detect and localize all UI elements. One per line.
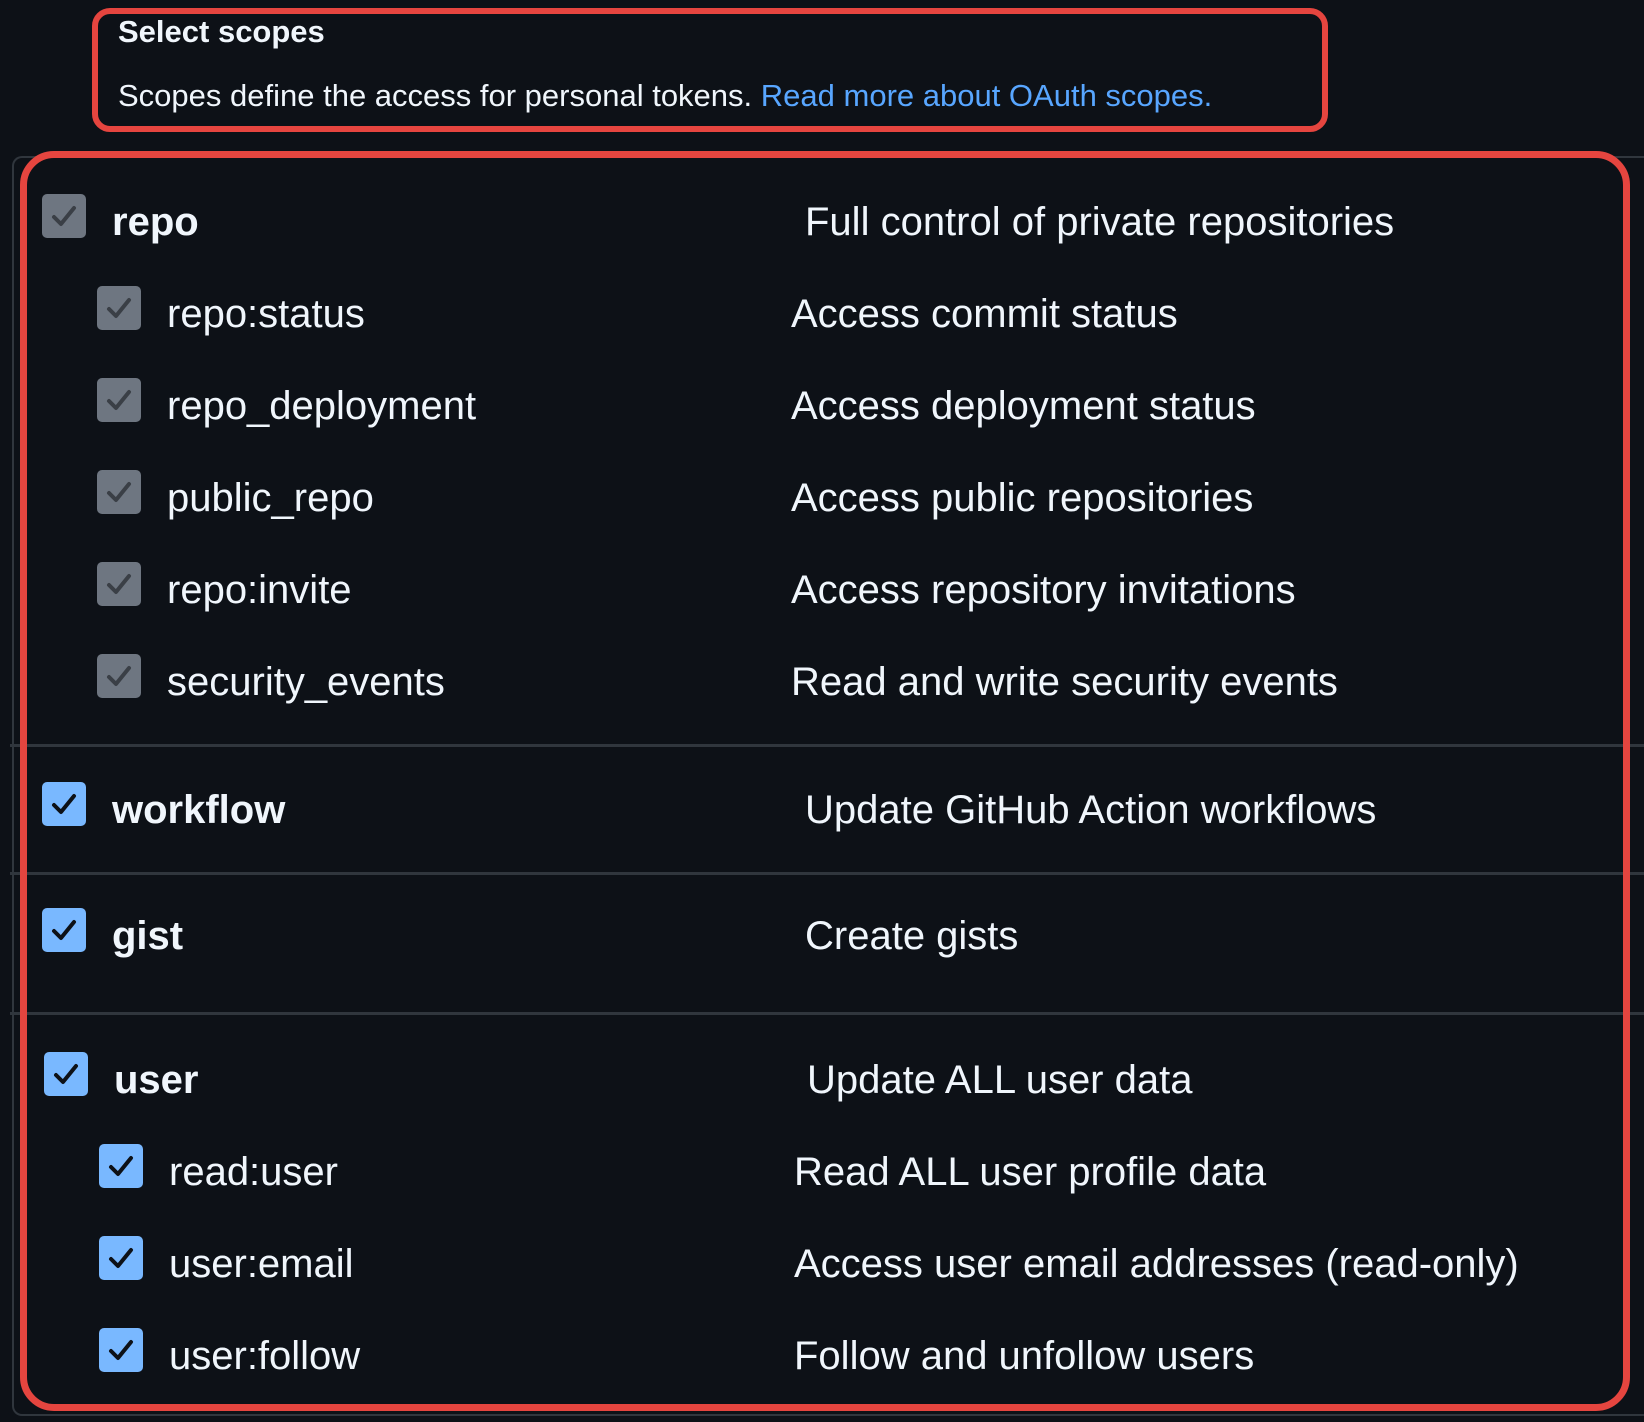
checkbox-gist[interactable]	[42, 908, 86, 952]
checkbox-user-follow[interactable]	[99, 1328, 143, 1372]
scope-name: read:user	[169, 1150, 338, 1194]
scope-row-repo[interactable]: repo Full control of private repositorie…	[0, 186, 1644, 246]
scope-name: gist	[112, 914, 184, 958]
check-icon	[109, 1156, 133, 1176]
checkbox-repo-status[interactable]	[97, 286, 141, 330]
scope-row-gist[interactable]: gist Create gists	[0, 900, 1644, 960]
scope-name: repo:invite	[167, 568, 352, 612]
scope-description: Create gists	[805, 914, 1019, 958]
scope-row-user-follow[interactable]: user:follow Follow and unfollow users	[0, 1320, 1644, 1380]
checkbox-repo[interactable]	[42, 194, 86, 238]
checkbox-read-user[interactable]	[99, 1144, 143, 1188]
scope-row-user[interactable]: user Update ALL user data	[0, 1044, 1644, 1104]
checkbox-security-events[interactable]	[97, 654, 141, 698]
scope-name: workflow	[112, 788, 286, 832]
scope-row-repo-deployment[interactable]: repo_deployment Access deployment status	[0, 370, 1644, 430]
scope-name: repo:status	[167, 292, 365, 336]
scope-row-user-email[interactable]: user:email Access user email addresses (…	[0, 1228, 1644, 1288]
check-icon	[52, 920, 76, 940]
scope-divider	[10, 744, 1644, 747]
scope-row-security-events[interactable]: security_events Read and write security …	[0, 646, 1644, 706]
scope-row-repo-invite[interactable]: repo:invite Access repository invitation…	[0, 554, 1644, 614]
check-icon	[107, 666, 131, 686]
scope-description: Update GitHub Action workflows	[805, 788, 1377, 832]
check-icon	[107, 482, 131, 502]
scope-name: public_repo	[167, 476, 374, 520]
scope-name: repo_deployment	[167, 384, 477, 428]
scope-row-workflow[interactable]: workflow Update GitHub Action workflows	[0, 774, 1644, 834]
check-icon	[52, 794, 76, 814]
section-description-text: Scopes define the access for personal to…	[118, 78, 753, 113]
check-icon	[109, 1248, 133, 1268]
scope-description: Access commit status	[791, 292, 1178, 336]
scope-description: Update ALL user data	[807, 1058, 1193, 1102]
scope-name: user:follow	[169, 1334, 361, 1378]
checkbox-user-email[interactable]	[99, 1236, 143, 1280]
check-icon	[107, 390, 131, 410]
oauth-scopes-link[interactable]: Read more about OAuth scopes.	[761, 78, 1212, 113]
check-icon	[52, 206, 76, 226]
check-icon	[107, 298, 131, 318]
checkbox-user[interactable]	[44, 1052, 88, 1096]
check-icon	[107, 574, 131, 594]
scope-description: Access public repositories	[791, 476, 1254, 520]
scope-description: Read and write security events	[791, 660, 1338, 704]
scope-description: Access repository invitations	[791, 568, 1296, 612]
scope-description: Full control of private repositories	[805, 200, 1395, 244]
checkbox-repo-deployment[interactable]	[97, 378, 141, 422]
section-title: Select scopes	[118, 14, 325, 49]
checkbox-workflow[interactable]	[42, 782, 86, 826]
scope-name: user:email	[169, 1242, 354, 1286]
scope-name: repo	[112, 200, 199, 244]
check-icon	[109, 1340, 133, 1360]
scope-row-repo-status[interactable]: repo:status Access commit status	[0, 278, 1644, 338]
scope-description: Follow and unfollow users	[794, 1334, 1255, 1378]
scope-description: Access deployment status	[791, 384, 1256, 428]
scope-name: user	[114, 1058, 199, 1102]
scope-divider	[10, 872, 1644, 875]
checkbox-repo-invite[interactable]	[97, 562, 141, 606]
scope-description: Read ALL user profile data	[794, 1150, 1267, 1194]
scope-row-public-repo[interactable]: public_repo Access public repositories	[0, 462, 1644, 522]
scope-row-read-user[interactable]: read:user Read ALL user profile data	[0, 1136, 1644, 1196]
scope-divider	[10, 1012, 1644, 1015]
check-icon	[54, 1064, 78, 1084]
scope-name: security_events	[167, 660, 445, 704]
scope-description: Access user email addresses (read-only)	[794, 1242, 1519, 1286]
checkbox-public-repo[interactable]	[97, 470, 141, 514]
section-description: Scopes define the access for personal to…	[118, 78, 1212, 114]
